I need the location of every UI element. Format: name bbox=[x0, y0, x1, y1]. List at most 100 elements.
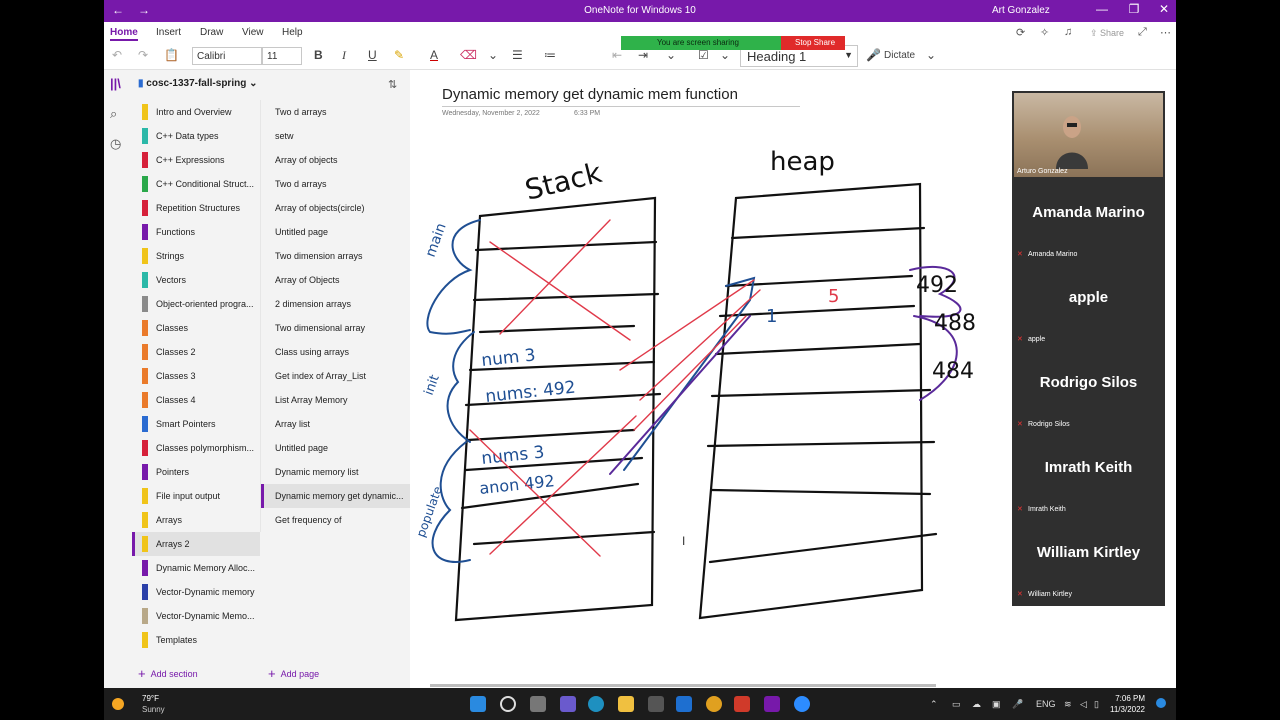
onenote-icon[interactable] bbox=[764, 696, 780, 712]
tab-home[interactable]: Home bbox=[110, 27, 138, 41]
section-item[interactable]: C++ Data types bbox=[132, 124, 260, 148]
language-indicator[interactable]: ENG bbox=[1036, 699, 1056, 709]
section-item[interactable]: File input output bbox=[132, 484, 260, 508]
font-size-field[interactable]: 11 bbox=[262, 47, 302, 65]
close-icon[interactable]: ✕ bbox=[1152, 2, 1176, 16]
chat-icon[interactable] bbox=[560, 696, 576, 712]
tab-insert[interactable]: Insert bbox=[156, 27, 181, 38]
page-item[interactable]: Untitled page bbox=[261, 220, 410, 244]
add-page-button[interactable]: + Add page bbox=[268, 666, 319, 681]
section-item[interactable]: Classes 4 bbox=[132, 388, 260, 412]
horizontal-scrollbar[interactable] bbox=[430, 684, 936, 687]
page-item[interactable]: Dynamic memory get dynamic... bbox=[261, 484, 410, 508]
participant-tile[interactable]: William Kirtley ✕ William Kirtley bbox=[1012, 518, 1165, 602]
page-item[interactable]: Two dimensional array bbox=[261, 316, 410, 340]
numbering-icon[interactable]: ≔ bbox=[544, 48, 556, 62]
recent-clock-icon[interactable]: ◷ bbox=[110, 136, 121, 152]
zoom-icon[interactable] bbox=[794, 696, 810, 712]
section-item[interactable]: Intro and Overview bbox=[132, 100, 260, 124]
page-canvas[interactable]: Dynamic memory get dynamic mem function … bbox=[410, 70, 1176, 688]
network-icon[interactable]: ▭ bbox=[952, 699, 961, 710]
clear-format-icon[interactable]: ⌫ bbox=[460, 48, 477, 62]
dictate-button[interactable]: Dictate bbox=[884, 50, 915, 61]
page-item[interactable]: Array list bbox=[261, 412, 410, 436]
more-icon[interactable]: ⋯ bbox=[1160, 26, 1171, 39]
section-item[interactable]: C++ Expressions bbox=[132, 148, 260, 172]
notebook-selector[interactable]: ▮ cosc-1337-fall-spring ⌄ bbox=[138, 78, 258, 89]
section-item[interactable]: Arrays 2 bbox=[132, 532, 260, 556]
tab-draw[interactable]: Draw bbox=[200, 27, 223, 38]
section-item[interactable]: Object-oriented progra... bbox=[132, 292, 260, 316]
outdent-icon[interactable]: ⇤ bbox=[612, 48, 622, 62]
bullets-icon[interactable]: ☰ bbox=[512, 48, 523, 62]
microphone-icon[interactable]: 🎤 bbox=[866, 48, 881, 62]
page-item[interactable]: setw bbox=[261, 124, 410, 148]
italic-button[interactable]: I bbox=[342, 48, 346, 63]
section-item[interactable]: Classes 3 bbox=[132, 364, 260, 388]
page-item[interactable]: Array of Objects bbox=[261, 268, 410, 292]
lightbulb-icon[interactable]: ✧ bbox=[1040, 26, 1049, 39]
chrome-icon[interactable] bbox=[706, 696, 722, 712]
font-color-button[interactable]: A bbox=[430, 48, 438, 62]
expand-icon[interactable]: ⤢ bbox=[1138, 26, 1147, 39]
page-item[interactable]: Get index of Array_List bbox=[261, 364, 410, 388]
section-item[interactable]: Smart Pointers bbox=[132, 412, 260, 436]
microphone-icon[interactable]: 🎤 bbox=[1012, 699, 1023, 710]
page-item[interactable]: Dynamic memory list bbox=[261, 460, 410, 484]
participant-tile[interactable]: apple ✕ apple bbox=[1012, 263, 1165, 347]
section-item[interactable]: Templates bbox=[132, 628, 260, 652]
restore-icon[interactable]: ❐ bbox=[1122, 2, 1146, 16]
page-item[interactable]: Array of objects bbox=[261, 148, 410, 172]
search-icon[interactable] bbox=[500, 696, 516, 712]
section-item[interactable]: Functions bbox=[132, 220, 260, 244]
section-item[interactable]: Arrays bbox=[132, 508, 260, 532]
dictate-dropdown-icon[interactable]: ⌄ bbox=[926, 48, 936, 62]
store-icon[interactable] bbox=[648, 696, 664, 712]
search-icon[interactable]: ⌕ bbox=[110, 106, 117, 122]
minimize-icon[interactable]: — bbox=[1090, 2, 1114, 16]
indent-dropdown-icon[interactable]: ⌄ bbox=[666, 48, 676, 62]
tags-dropdown-icon[interactable]: ⌄ bbox=[720, 48, 730, 62]
section-item[interactable]: Pointers bbox=[132, 460, 260, 484]
undo-icon[interactable]: ↶ bbox=[112, 48, 122, 62]
bell-icon[interactable]: ♫ bbox=[1064, 26, 1072, 38]
section-item[interactable]: Classes polymorphism... bbox=[132, 436, 260, 460]
share-button[interactable]: ⇪ Share bbox=[1090, 28, 1124, 39]
user-name[interactable]: Art Gonzalez bbox=[992, 5, 1050, 16]
video-icon[interactable]: ▣ bbox=[992, 699, 1001, 710]
section-item[interactable]: Vectors bbox=[132, 268, 260, 292]
section-item[interactable]: Vector-Dynamic memory bbox=[132, 580, 260, 604]
wifi-icon[interactable]: ≋ bbox=[1064, 699, 1072, 710]
file-explorer-icon[interactable] bbox=[618, 696, 634, 712]
mail-icon[interactable] bbox=[676, 696, 692, 712]
clear-format-dropdown-icon[interactable]: ⌄ bbox=[488, 48, 498, 62]
page-item[interactable]: Array of objects(circle) bbox=[261, 196, 410, 220]
section-item[interactable]: Dynamic Memory Alloc... bbox=[132, 556, 260, 580]
page-item[interactable]: Get frequency of bbox=[261, 508, 410, 532]
tab-help[interactable]: Help bbox=[282, 27, 303, 38]
underline-button[interactable]: U bbox=[368, 48, 377, 62]
add-section-button[interactable]: + Add section bbox=[138, 666, 198, 681]
font-name-field[interactable]: Calibri bbox=[192, 47, 262, 65]
edge-icon[interactable] bbox=[588, 696, 604, 712]
page-item[interactable]: Class using arrays bbox=[261, 340, 410, 364]
participant-tile[interactable]: Imrath Keith ✕ Imrath Keith bbox=[1012, 433, 1165, 517]
page-item[interactable]: Untitled page bbox=[261, 436, 410, 460]
notification-badge-icon[interactable] bbox=[1156, 698, 1166, 708]
stop-share-button[interactable]: Stop Share bbox=[781, 36, 845, 50]
sync-icon[interactable]: ⟳ bbox=[1016, 26, 1025, 39]
section-item[interactable]: Repetition Structures bbox=[132, 196, 260, 220]
page-item[interactable]: Two d arrays bbox=[261, 172, 410, 196]
battery-icon[interactable]: ▯ bbox=[1094, 699, 1099, 710]
section-item[interactable]: Strings bbox=[132, 244, 260, 268]
participant-tile[interactable]: Amanda Marino ✕ Amanda Marino bbox=[1012, 178, 1165, 262]
page-item[interactable]: Two d arrays bbox=[261, 100, 410, 124]
system-clock[interactable]: 7:06 PM 11/3/2022 bbox=[1110, 693, 1145, 715]
section-item[interactable]: C++ Conditional Struct... bbox=[132, 172, 260, 196]
cloud-icon[interactable]: ☁ bbox=[972, 699, 981, 710]
task-view-icon[interactable] bbox=[530, 696, 546, 712]
volume-icon[interactable]: ◁ bbox=[1080, 699, 1087, 710]
chevron-up-icon[interactable]: ⌃ bbox=[930, 699, 938, 710]
section-item[interactable]: Classes 2 bbox=[132, 340, 260, 364]
clipboard-icon[interactable]: 📋 bbox=[164, 48, 179, 62]
